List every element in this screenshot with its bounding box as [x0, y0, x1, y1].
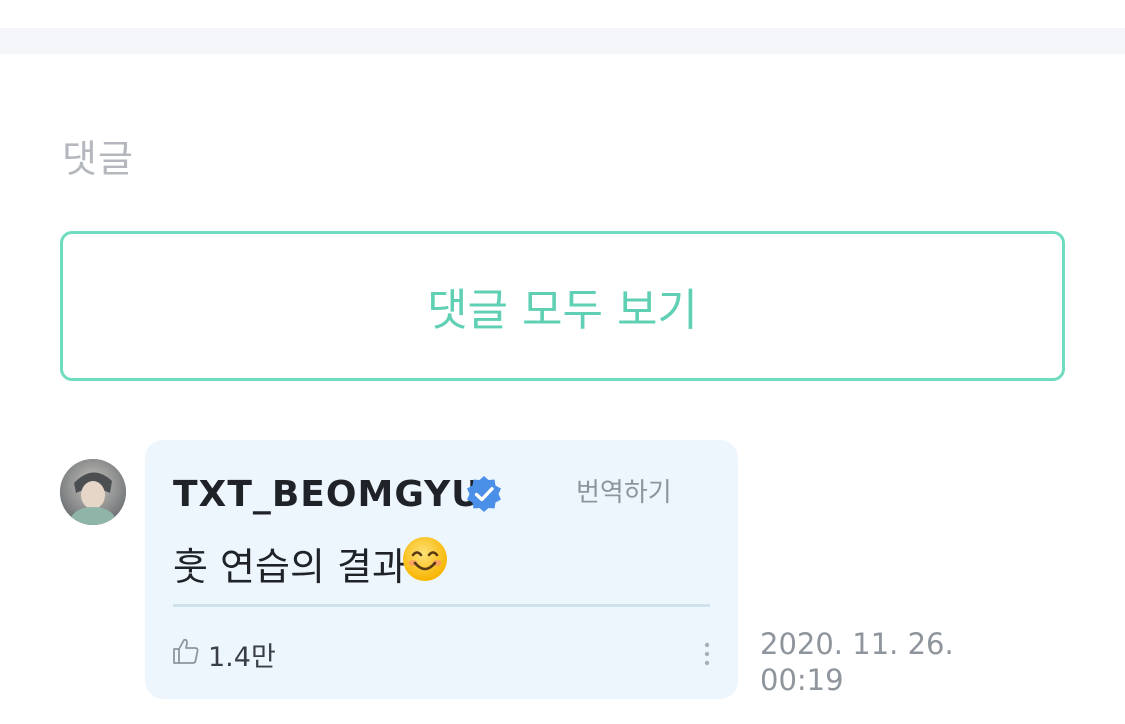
more-vertical-icon[interactable] — [701, 640, 713, 670]
top-separator-band — [0, 28, 1125, 54]
smiling-face-emoji — [403, 537, 447, 581]
timestamp-time: 00:19 — [760, 663, 844, 697]
comment-text: 훗 연습의 결과 — [173, 545, 407, 589]
translate-button[interactable]: 번역하기 — [576, 472, 672, 509]
verified-badge-icon — [467, 476, 501, 512]
view-all-comments-button[interactable]: 댓글 모두 보기 — [60, 231, 1065, 381]
comment-author-name[interactable]: TXT_BEOMGYU — [173, 474, 481, 515]
avatar-image — [60, 459, 126, 525]
avatar[interactable] — [60, 459, 126, 525]
comment-divider — [173, 604, 710, 607]
timestamp-date: 2020. 11. 26. — [760, 627, 954, 661]
view-all-comments-label: 댓글 모두 보기 — [427, 285, 698, 336]
thumbs-up-icon[interactable] — [171, 636, 201, 666]
comments-section-title: 댓글 — [62, 137, 134, 181]
comment-timestamp: 2020. 11. 26. 00:19 — [760, 626, 980, 698]
like-count: 1.4만 — [208, 642, 276, 673]
